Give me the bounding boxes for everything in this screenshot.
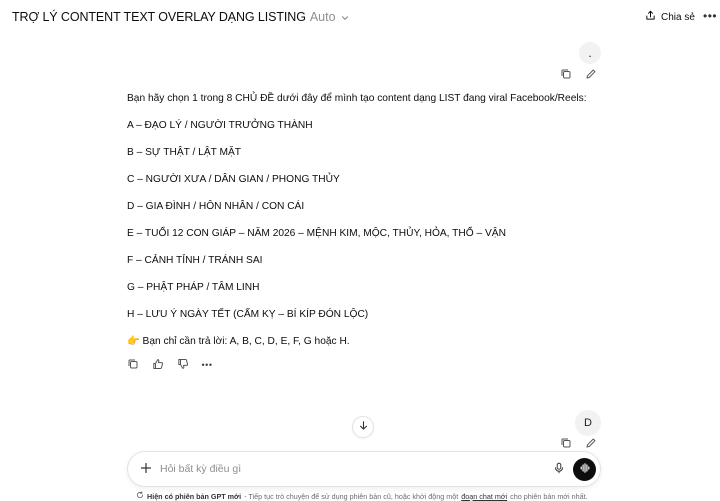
notice-title: Hiện có phiên bản GPT mới (147, 491, 242, 501)
pointing-hand-icon: 👉 (127, 336, 140, 347)
microphone-icon (553, 461, 565, 479)
topic-option-g: G – PHẬT PHÁP / TÂM LINH (127, 282, 260, 293)
user-message-bubble: D (575, 410, 601, 436)
pencil-icon (585, 67, 597, 85)
topic-option-d: D – GIA ĐÌNH / HÔN NHÂN / CON CÁI (127, 201, 305, 212)
copy-response-button[interactable] (125, 358, 141, 374)
topic-option-h: H – LƯU Ý NGÀY TẾT (CẤM KỴ – BÍ KÍP ĐÓN … (127, 309, 369, 320)
thumbs-up-icon (152, 357, 164, 375)
voice-mode-button[interactable] (573, 458, 596, 481)
topic-option-c: C – NGƯỜI XƯA / DÂN GIAN / PHONG THỦY (127, 174, 340, 185)
model-label: Auto (309, 10, 336, 24)
thumbs-down-icon (177, 357, 189, 375)
topic-option-e: E – TUỔI 12 CON GIÁP – NĂM 2026 – MỆNH K… (127, 228, 506, 239)
model-update-notice: Hiện có phiên bản GPT mới - Tiếp tục trò… (136, 491, 606, 501)
prompt-input[interactable] (160, 460, 540, 478)
share-label: Chia sẻ (661, 11, 695, 23)
more-options-button[interactable]: ••• (703, 9, 717, 23)
share-icon (645, 10, 656, 24)
topic-option-a: A – ĐẠO LÝ / NGƯỜI TRƯỞNG THÀNH (127, 120, 313, 131)
chevron-down-icon (340, 12, 350, 22)
refresh-icon (136, 491, 144, 501)
top-bar: TRỢ LÝ CONTENT TEXT OVERLAY DẠNG LISTING… (0, 0, 720, 36)
add-attachment-button[interactable] (138, 462, 154, 478)
message-intro: Bạn hãy chọn 1 trong 8 CHỦ ĐỀ dưới đây đ… (127, 93, 587, 104)
notice-text: - Tiếp tục trò chuyện để sử dụng phiên b… (244, 491, 459, 501)
scroll-to-bottom-button[interactable] (352, 416, 374, 438)
notice-tail: cho phiên bản mới nhất. (510, 491, 588, 501)
new-chat-link[interactable]: đoạn chat mới (461, 492, 507, 501)
closing-text: Bạn chỉ cần trả lời: A, B, C, D, E, F, G… (142, 336, 350, 347)
composer (127, 451, 601, 487)
closing-line: 👉 Bạn chỉ cần trả lời: A, B, C, D, E, F,… (127, 335, 350, 349)
thumbs-up-button[interactable] (150, 358, 166, 374)
share-button[interactable]: Chia sẻ (645, 10, 695, 24)
user-message-bubble: . (579, 42, 601, 64)
thumbs-down-button[interactable] (175, 358, 191, 374)
arrow-down-icon (358, 418, 369, 436)
plus-icon (140, 461, 152, 479)
model-selector[interactable]: TRỢ LÝ CONTENT TEXT OVERLAY DẠNG LISTING… (12, 10, 350, 24)
waveform-icon (579, 461, 591, 479)
more-actions-button[interactable]: ••• (199, 357, 215, 373)
copy-icon (127, 357, 139, 375)
copy-icon (560, 67, 572, 85)
user-message-text: . (588, 46, 592, 60)
dictate-button[interactable] (551, 462, 567, 478)
copy-message-button[interactable] (558, 68, 574, 84)
topic-option-b: B – SỰ THẬT / LẬT MẶT (127, 147, 242, 158)
user-message-text: D (584, 417, 592, 429)
topic-option-f: F – CẢNH TỈNH / TRÁNH SAI (127, 255, 263, 266)
edit-message-button[interactable] (583, 68, 599, 84)
chat-title: TRỢ LÝ CONTENT TEXT OVERLAY DẠNG LISTING (12, 10, 306, 24)
